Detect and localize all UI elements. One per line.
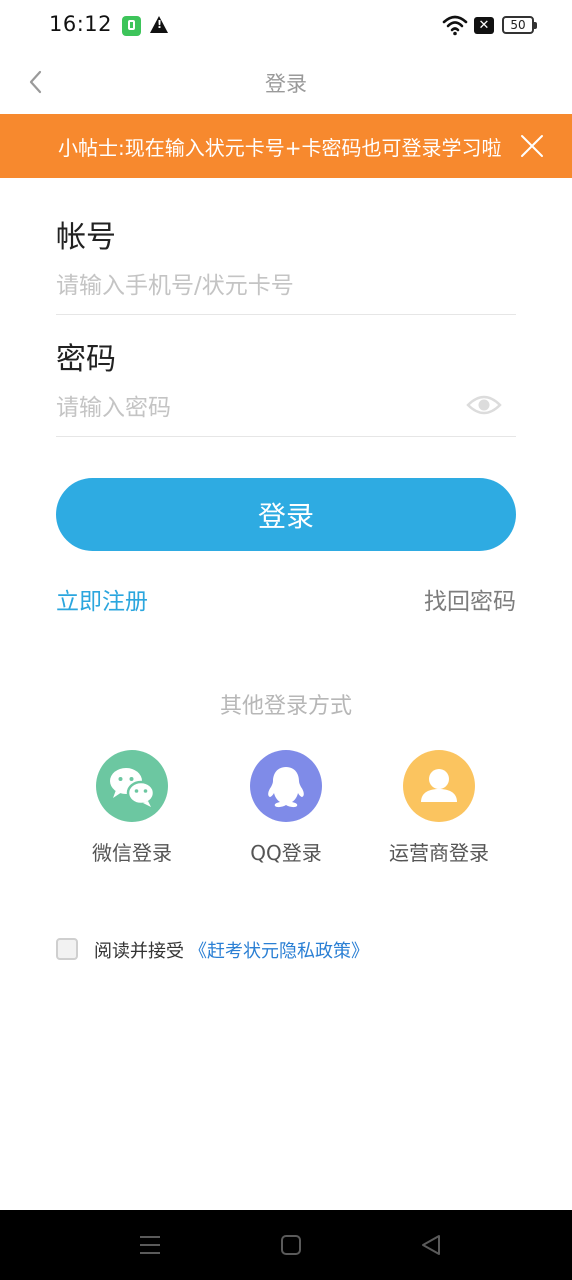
system-home-button[interactable] xyxy=(274,1228,308,1262)
back-triangle-icon xyxy=(422,1235,440,1255)
register-link[interactable]: 立即注册 xyxy=(56,582,148,616)
warning-icon xyxy=(150,16,168,33)
other-login-title: 其他登录方式 xyxy=(219,694,352,719)
wechat-login-circle xyxy=(96,750,168,822)
login-button[interactable]: 登录 xyxy=(56,478,516,551)
tip-banner: 小帖士:现在输入状元卡号+卡密码也可登录学习啦 xyxy=(0,114,572,178)
page-title: 登录 xyxy=(265,72,307,96)
system-menu-button[interactable] xyxy=(133,1228,167,1262)
password-input[interactable] xyxy=(56,386,456,430)
wechat-login-label: 微信登录 xyxy=(92,841,172,865)
carrier-login-button[interactable]: 运营商登录 xyxy=(374,750,504,870)
carrier-login-circle xyxy=(403,750,475,822)
account-input[interactable] xyxy=(56,264,516,308)
no-sim-icon: ✕ xyxy=(474,17,494,34)
agreement-checkbox[interactable] xyxy=(56,938,78,960)
eye-icon xyxy=(466,395,502,415)
agreement-text: 阅读并接受 xyxy=(94,941,184,962)
app-notification-icon xyxy=(122,16,141,36)
tip-close-button[interactable] xyxy=(516,130,548,162)
close-icon xyxy=(521,135,543,157)
wechat-icon xyxy=(110,768,156,807)
password-divider xyxy=(56,436,516,437)
password-label: 密码 xyxy=(56,342,116,377)
carrier-login-label: 运营商登录 xyxy=(389,841,489,865)
tip-text: 小帖士:现在输入状元卡号+卡密码也可登录学习啦 xyxy=(58,136,502,160)
qq-login-label: QQ登录 xyxy=(250,841,322,865)
system-nav-bar xyxy=(0,1210,572,1280)
qq-login-button[interactable]: QQ登录 xyxy=(221,750,351,870)
account-label: 帐号 xyxy=(56,220,116,255)
nav-bar: 登录 xyxy=(0,52,572,114)
system-back-button[interactable] xyxy=(414,1228,448,1262)
battery-icon: 50 xyxy=(502,16,537,34)
status-time: 16:12 xyxy=(49,12,113,36)
menu-icon xyxy=(140,1236,160,1254)
password-visibility-toggle[interactable] xyxy=(466,391,502,419)
account-divider xyxy=(56,314,516,315)
privacy-policy-link[interactable]: 《赶考状元隐私政策》 xyxy=(189,937,369,963)
status-bar: 16:12 ✕ 50 xyxy=(0,0,572,52)
home-icon xyxy=(281,1235,301,1255)
user-icon xyxy=(421,769,457,802)
wechat-login-button[interactable]: 微信登录 xyxy=(67,750,197,870)
qq-login-circle xyxy=(250,750,322,822)
wifi-icon xyxy=(442,14,468,40)
forgot-password-link[interactable]: 找回密码 xyxy=(424,582,516,616)
qq-icon xyxy=(268,767,304,808)
